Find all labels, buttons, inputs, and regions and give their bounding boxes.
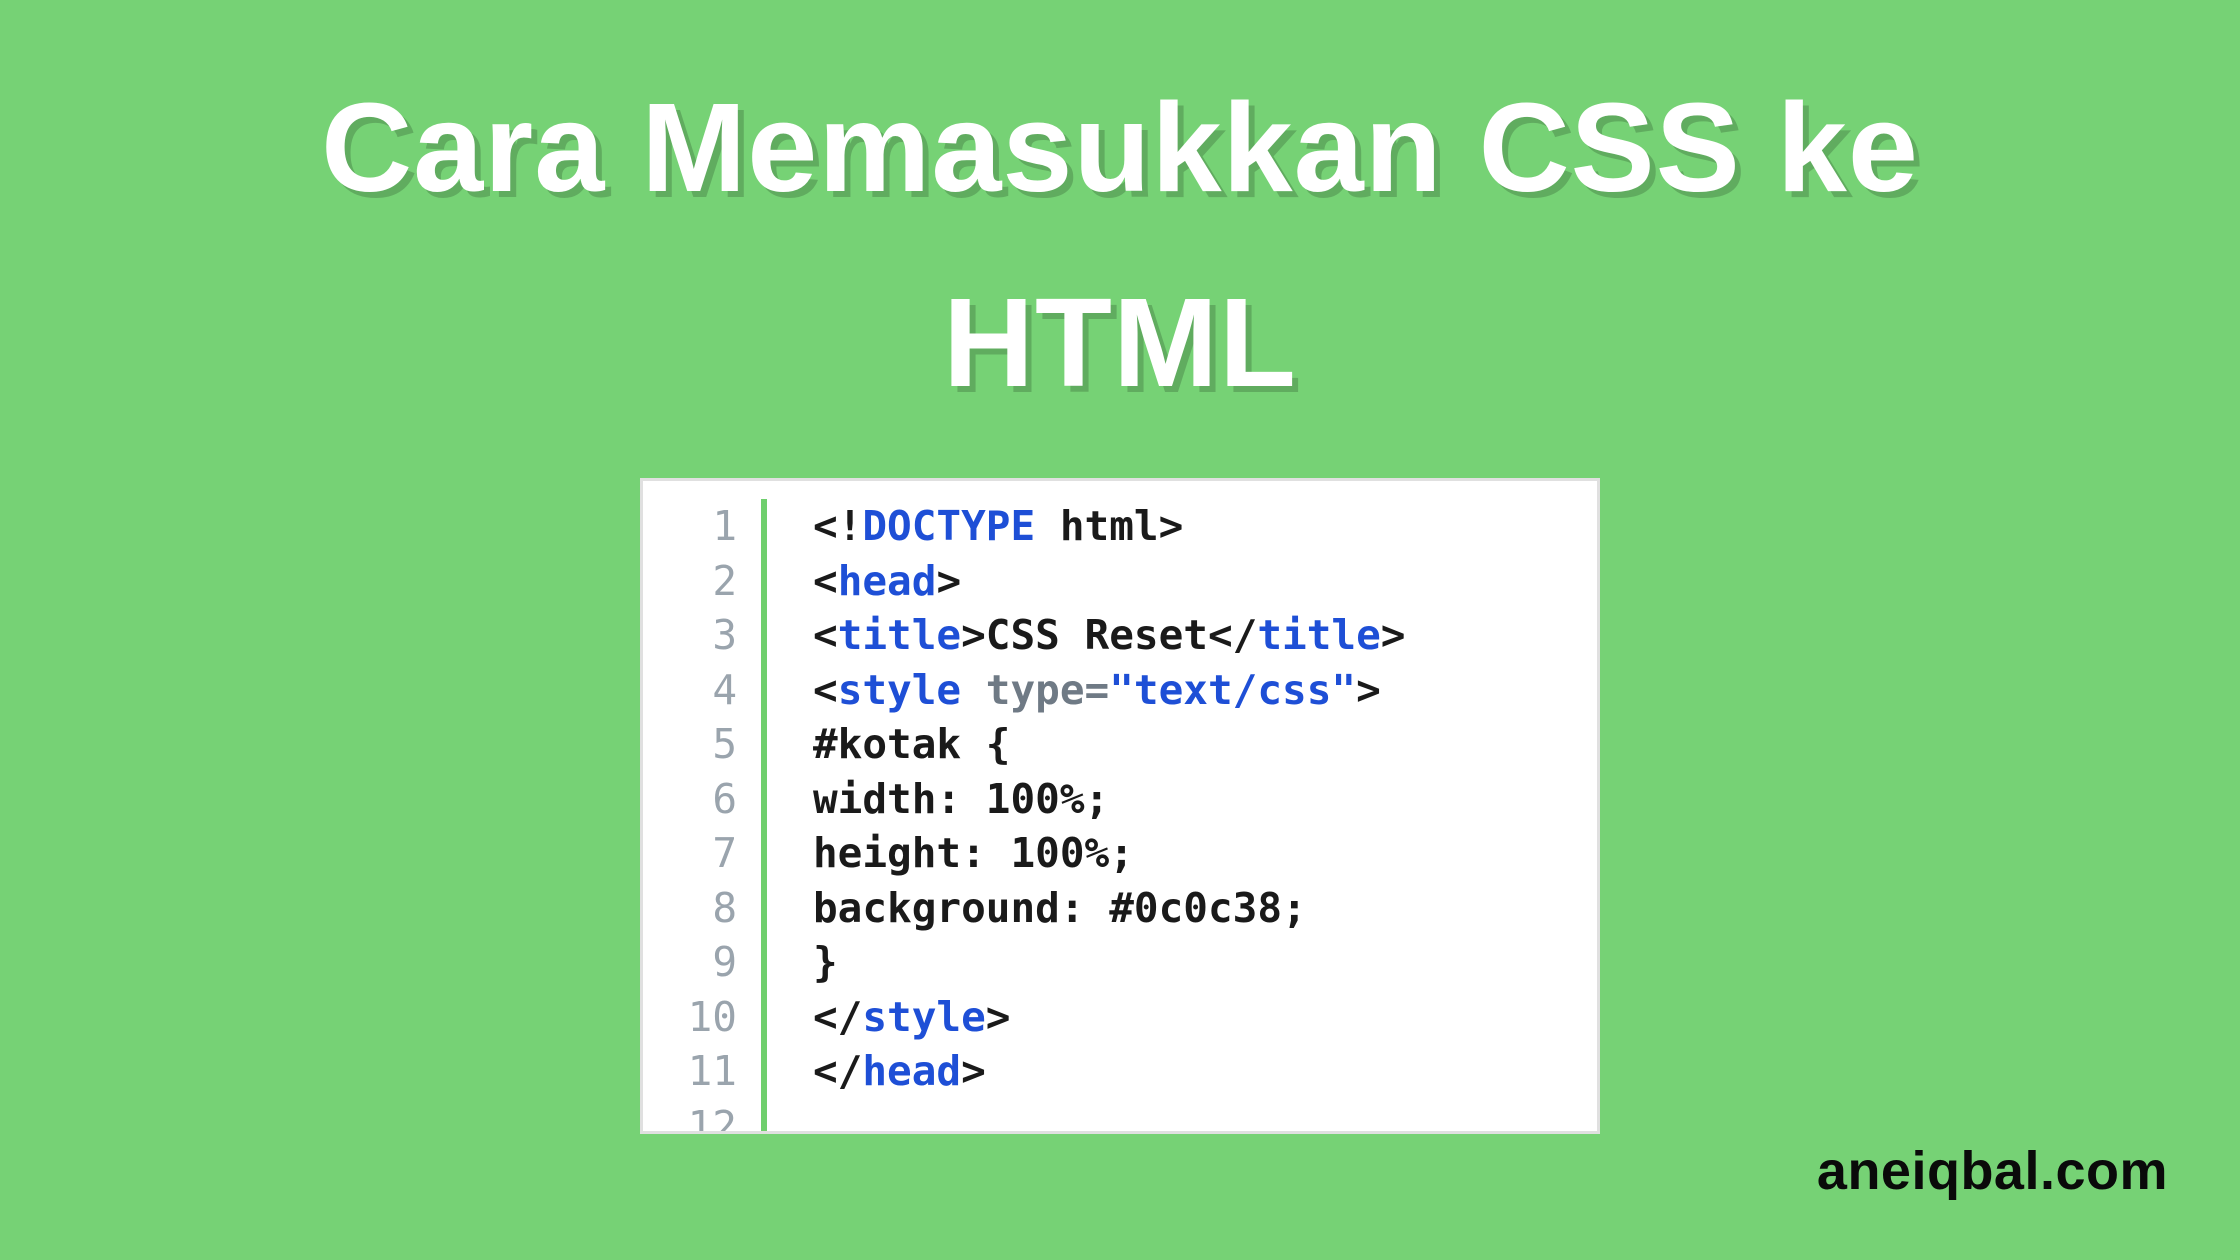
line-number: 3 <box>643 608 737 663</box>
line-number: 12 <box>643 1099 737 1135</box>
code-token: > <box>961 1047 986 1095</box>
code-token: CSS Reset <box>986 611 1208 659</box>
line-number: 10 <box>643 990 737 1045</box>
code-token: > <box>936 557 961 605</box>
gutter-separator <box>761 499 767 1134</box>
code-token: > <box>1381 611 1406 659</box>
code-token: width: 100%; <box>813 775 1109 823</box>
code-line <box>813 1099 1587 1135</box>
code-token: </ <box>813 993 862 1041</box>
line-number: 1 <box>643 499 737 554</box>
code-token: style <box>838 666 961 714</box>
code-token: </ <box>1208 611 1257 659</box>
code-token: style <box>862 993 985 1041</box>
code-line: width: 100%; <box>813 772 1587 827</box>
line-number: 8 <box>643 881 737 936</box>
code-token: head <box>838 557 937 605</box>
code-line: background: #0c0c38; <box>813 881 1587 936</box>
code-token: > <box>986 993 1011 1041</box>
line-number: 5 <box>643 717 737 772</box>
code-token: type= <box>986 666 1109 714</box>
code-token: DOCTYPE <box>862 502 1035 550</box>
watermark: aneiqbal.com <box>1817 1140 2168 1202</box>
code-token: #kotak { <box>813 720 1010 768</box>
code-token: html <box>1035 502 1158 550</box>
title-line-1: Cara Memasukkan CSS ke <box>321 77 1919 218</box>
code-token: } <box>813 938 838 986</box>
code-line: #kotak { <box>813 717 1587 772</box>
code-content: <!DOCTYPE html><head><title>CSS Reset</t… <box>813 499 1587 1134</box>
line-number: 2 <box>643 554 737 609</box>
code-token: head <box>862 1047 961 1095</box>
code-line: height: 100%; <box>813 826 1587 881</box>
line-number-gutter: 123456789101112 <box>643 499 755 1134</box>
code-token: background: #0c0c38; <box>813 884 1307 932</box>
code-line: <title>CSS Reset</title> <box>813 608 1587 663</box>
code-line: </style> <box>813 990 1587 1045</box>
line-number: 6 <box>643 772 737 827</box>
code-token: </ <box>813 1047 862 1095</box>
code-token: title <box>838 611 961 659</box>
line-number: 7 <box>643 826 737 881</box>
code-token: < <box>813 611 838 659</box>
code-line: <head> <box>813 554 1587 609</box>
code-line: </head> <box>813 1044 1587 1099</box>
code-line: <!DOCTYPE html> <box>813 499 1587 554</box>
code-token: > <box>1356 666 1381 714</box>
code-line: <style type="text/css"> <box>813 663 1587 718</box>
code-token: height: 100%; <box>813 829 1134 877</box>
page-title: Cara Memasukkan CSS ke HTML <box>0 0 2240 441</box>
line-number: 4 <box>643 663 737 718</box>
code-token: "text/css" <box>1109 666 1356 714</box>
code-token: <! <box>813 502 862 550</box>
code-token: > <box>1159 502 1184 550</box>
code-token: title <box>1257 611 1380 659</box>
code-token: > <box>961 611 986 659</box>
code-token: < <box>813 557 838 605</box>
title-line-2: HTML <box>943 272 1297 413</box>
code-token <box>961 666 986 714</box>
line-number: 11 <box>643 1044 737 1099</box>
code-editor: 123456789101112 <!DOCTYPE html><head><ti… <box>640 478 1600 1134</box>
code-token: < <box>813 666 838 714</box>
code-line: } <box>813 935 1587 990</box>
line-number: 9 <box>643 935 737 990</box>
